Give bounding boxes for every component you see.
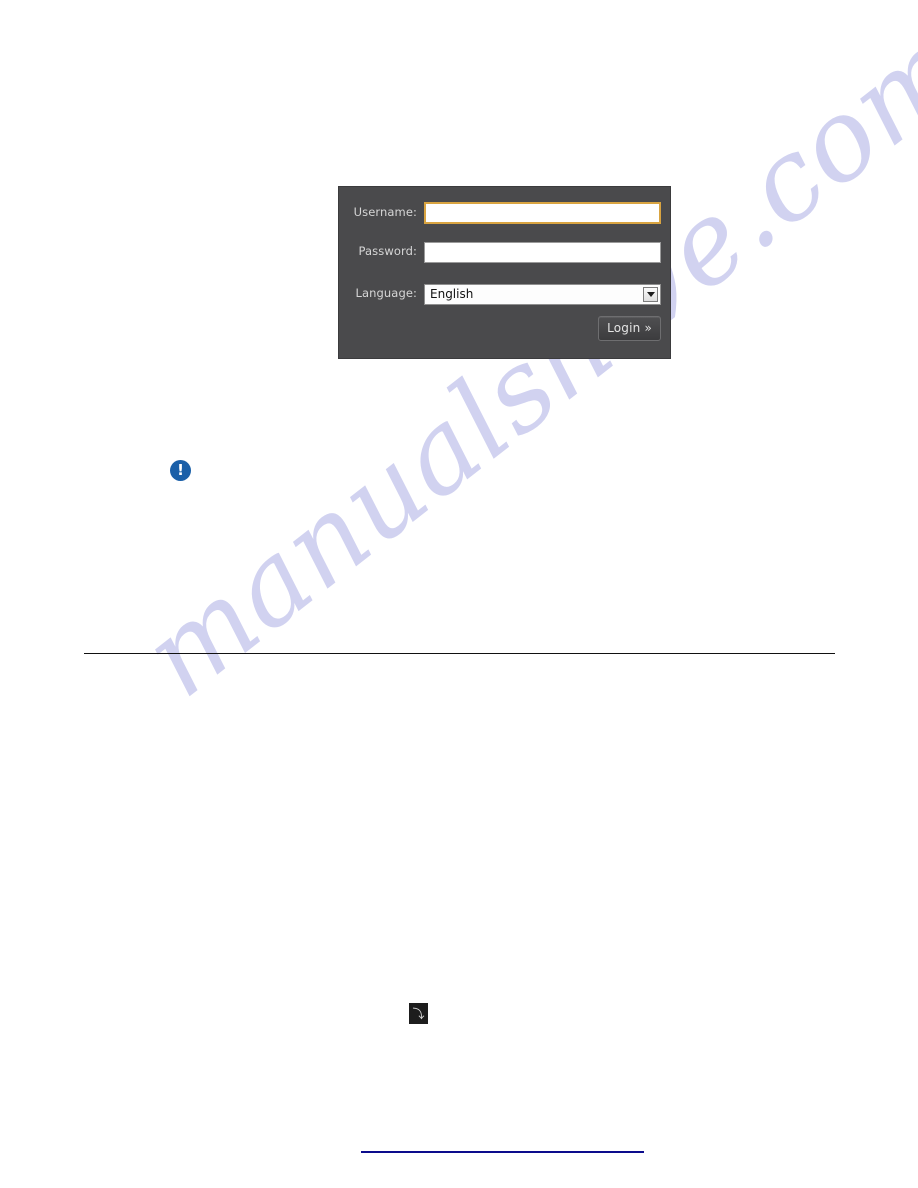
chevron-down-icon[interactable] [643, 286, 658, 302]
exclamation-circle-icon: ! [170, 460, 191, 481]
arrow-glyph: ⤵ [412, 1006, 425, 1021]
username-label: Username: [353, 205, 417, 220]
login-panel: Username: Password: Language: English Lo… [339, 187, 670, 358]
language-selected-value: English [430, 286, 474, 301]
password-label: Password: [358, 244, 417, 259]
language-label: Language: [355, 286, 417, 301]
login-button-row: Login » [339, 313, 670, 343]
footer-link[interactable] [361, 1137, 644, 1153]
language-select[interactable]: English [424, 283, 661, 305]
password-row: Password: [339, 240, 670, 264]
language-field-wrap: English [424, 283, 661, 305]
section-divider [84, 653, 835, 654]
username-row: Username: [339, 201, 670, 225]
page-watermark: manualshive.com [0, 0, 918, 1188]
language-row: Language: English [339, 282, 670, 306]
username-field-wrap [424, 202, 661, 224]
password-field-wrap [424, 241, 661, 263]
username-input[interactable] [424, 202, 661, 224]
watermark-text: manualshive.com [120, 3, 918, 723]
login-button[interactable]: Login » [598, 315, 661, 341]
password-input[interactable] [424, 241, 661, 263]
arrow-glyph-icon: ⤵ [409, 1003, 428, 1024]
exclamation-glyph: ! [177, 460, 184, 479]
